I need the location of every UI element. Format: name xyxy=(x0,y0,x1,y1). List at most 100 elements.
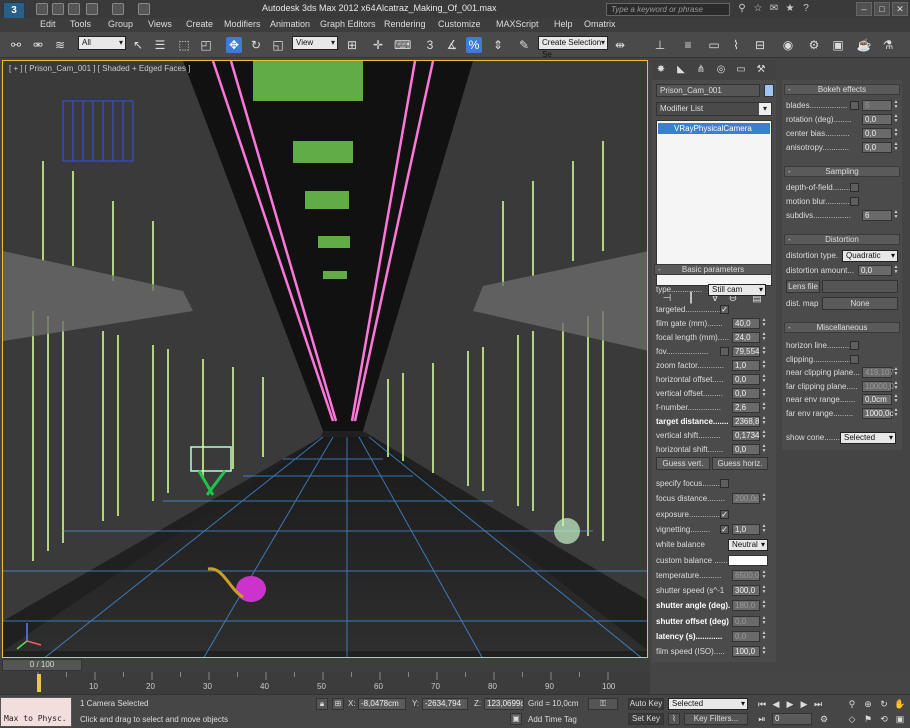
object-name-field[interactable]: Prison_Cam_001 xyxy=(656,84,760,97)
exposure-param-spinner[interactable]: 6500,0 xyxy=(732,569,760,581)
basic-param-spinner-arrows[interactable]: ▲ ▼ xyxy=(761,332,767,343)
basic-param-spinner[interactable]: 1,0 xyxy=(732,360,760,371)
basic-param-spinner[interactable]: 0,1734 xyxy=(732,430,760,441)
exposure-param-spinner-arrows[interactable]: ▲ ▼ xyxy=(761,631,767,642)
basic-param-spinner-arrows[interactable]: ▲ ▼ xyxy=(761,402,767,413)
guess-horiz-button[interactable]: Guess horiz. xyxy=(712,457,768,470)
exposure-param-checkbox[interactable] xyxy=(720,479,729,488)
key-icon[interactable]: ⚿ xyxy=(588,698,618,710)
exposure-param-spinner[interactable]: 0,0 xyxy=(732,615,760,627)
communication-icon[interactable]: ✉ xyxy=(768,3,780,15)
named-selection-dropdown[interactable]: Create Selection Se xyxy=(538,36,608,59)
material-editor-icon[interactable]: ◉ xyxy=(780,37,796,53)
create-tab-icon[interactable]: ✸ xyxy=(654,63,668,77)
modify-tab-icon[interactable]: ◣ xyxy=(674,63,688,77)
minimize-button[interactable]: – xyxy=(856,2,872,16)
dist-map-button[interactable]: None xyxy=(822,297,898,310)
project-folder-icon[interactable] xyxy=(138,3,150,15)
show-cone-dropdown[interactable]: Selected xyxy=(840,432,896,444)
distortion-rollout[interactable]: - Distortion xyxy=(784,234,900,245)
bokeh-param-checkbox[interactable] xyxy=(850,101,859,110)
misc-param-spinner[interactable]: 10000,0 xyxy=(862,380,894,392)
exposure-param-checkbox[interactable]: ✓ xyxy=(720,524,729,534)
subscription-icon[interactable]: ☆ xyxy=(752,3,764,15)
exposure-param-spinner[interactable]: 0,0 xyxy=(732,631,760,642)
orbit-icon[interactable]: ↻ xyxy=(878,698,890,710)
play-icon[interactable]: ▶ xyxy=(784,698,796,710)
schematic-view-icon[interactable]: ⊟ xyxy=(752,37,768,53)
guess-vert-button[interactable]: Guess vert. xyxy=(656,457,710,470)
walk-through-icon[interactable]: ⚑ xyxy=(862,713,874,725)
basic-param-spinner[interactable]: 0,0 xyxy=(732,444,760,455)
fov-icon[interactable]: ◇ xyxy=(846,713,858,725)
render-setup-icon[interactable]: ⚙ xyxy=(806,37,822,53)
exposure-param-spinner-arrows[interactable]: ▲ ▼ xyxy=(761,600,767,611)
unlink-icon[interactable]: ⚮ xyxy=(30,37,46,53)
edit-named-selection-icon[interactable]: ✎ xyxy=(516,37,532,53)
lens-file-button[interactable]: Lens file xyxy=(786,280,820,293)
current-frame-field[interactable]: 0 xyxy=(772,713,812,725)
mirror-icon[interactable]: ⇹ xyxy=(612,37,628,53)
auto-key-button[interactable]: Auto Key xyxy=(628,698,664,710)
spinner-snap-icon[interactable]: ⇕ xyxy=(490,37,506,53)
menu-tools[interactable]: Tools xyxy=(70,19,91,29)
basic-param-spinner-arrows[interactable]: ▲ ▼ xyxy=(761,360,767,371)
basic-param-spinner[interactable]: 2,6 xyxy=(732,402,760,413)
pan-icon[interactable]: ✋ xyxy=(894,698,906,710)
next-frame-icon[interactable]: ▶ xyxy=(798,698,810,710)
percent-snap-icon[interactable]: % xyxy=(466,37,482,53)
basic-param-checkbox[interactable] xyxy=(720,347,729,356)
misc-param-checkbox[interactable] xyxy=(850,341,859,350)
exposure-param-spinner[interactable]: 200,0c xyxy=(732,493,760,505)
bokeh-param-spinner-arrows[interactable]: ▲ ▼ xyxy=(893,100,899,111)
misc-rollout[interactable]: - Miscellaneous xyxy=(784,322,900,333)
exposure-param-spinner-arrows[interactable]: ▲ ▼ xyxy=(761,585,767,596)
exposure-param-spinner-arrows[interactable]: ▲ ▼ xyxy=(761,493,767,504)
exposure-param-spinner-arrows[interactable]: ▲ ▼ xyxy=(761,615,767,627)
exposure-param-checkbox[interactable]: ✓ xyxy=(720,509,729,519)
sampling-param-checkbox[interactable] xyxy=(850,197,859,206)
key-mode-toggle-icon[interactable]: ⏯ xyxy=(756,713,768,725)
window-crossing-icon[interactable]: ◰ xyxy=(198,37,214,53)
redo-icon[interactable] xyxy=(112,3,124,15)
bokeh-param-spinner-arrows[interactable]: ▲ ▼ xyxy=(893,128,899,139)
time-slider-knob[interactable]: 0 / 100 xyxy=(2,659,82,671)
menu-customize[interactable]: Customize xyxy=(438,19,481,29)
x-coordinate-field[interactable]: -8,0478cm xyxy=(358,698,406,710)
bokeh-param-spinner[interactable]: 0,0 xyxy=(862,128,892,139)
key-mode-dropdown[interactable]: Selected xyxy=(668,698,748,710)
set-key-button[interactable]: Set Key xyxy=(628,713,664,725)
display-tab-icon[interactable]: ▭ xyxy=(734,63,748,77)
basic-param-spinner-arrows[interactable]: ▲ ▼ xyxy=(761,416,767,427)
modifier-stack[interactable]: VRayPhysicalCamera xyxy=(656,120,772,286)
exposure-param-spinner[interactable]: 180,0 xyxy=(732,600,760,612)
select-object-icon[interactable]: ↖ xyxy=(130,37,146,53)
reference-coordinate-dropdown[interactable]: View xyxy=(292,36,338,50)
menu-create[interactable]: Create xyxy=(186,19,213,29)
binoculars-icon[interactable]: ⚲ xyxy=(736,3,748,15)
hierarchy-tab-icon[interactable]: ⋔ xyxy=(694,63,708,77)
sampling-param-spinner[interactable]: 6 xyxy=(862,210,892,221)
select-manipulate-icon[interactable]: ✛ xyxy=(370,37,386,53)
basic-param-spinner-arrows[interactable]: ▲ ▼ xyxy=(761,346,767,357)
sphere-object[interactable] xyxy=(554,518,580,544)
sampling-param-checkbox[interactable] xyxy=(850,183,859,192)
lock-selection-icon[interactable]: 🔒︎ xyxy=(316,698,328,710)
y-coordinate-field[interactable]: -2634,794 xyxy=(422,698,468,710)
sampling-param-spinner-arrows[interactable]: ▲ ▼ xyxy=(893,210,899,221)
close-button[interactable]: ✕ xyxy=(892,2,908,16)
rendered-frame-icon[interactable]: ▣ xyxy=(830,37,846,53)
exposure-param-dropdown[interactable]: Neutral xyxy=(728,539,768,552)
distortion-amount-arrows[interactable]: ▲ ▼ xyxy=(893,265,899,276)
misc-param-spinner-arrows[interactable]: ▲ ▼ xyxy=(893,394,899,405)
menu-maxscript[interactable]: MAXScript xyxy=(496,19,539,29)
save-file-icon[interactable] xyxy=(68,3,80,15)
basic-parameters-rollout[interactable]: - Basic parameters xyxy=(654,264,772,275)
keyboard-shortcut-icon[interactable]: ⌨ xyxy=(394,37,411,53)
roll-icon[interactable]: ⟲ xyxy=(878,713,890,725)
goto-start-icon[interactable]: ⏮ xyxy=(756,698,768,710)
search-input[interactable]: Type a keyword or phrase xyxy=(606,3,730,16)
lens-file-path[interactable] xyxy=(822,280,898,293)
camera-type-dropdown[interactable]: Still cam xyxy=(708,284,766,296)
motion-tab-icon[interactable]: ◎ xyxy=(714,63,728,77)
